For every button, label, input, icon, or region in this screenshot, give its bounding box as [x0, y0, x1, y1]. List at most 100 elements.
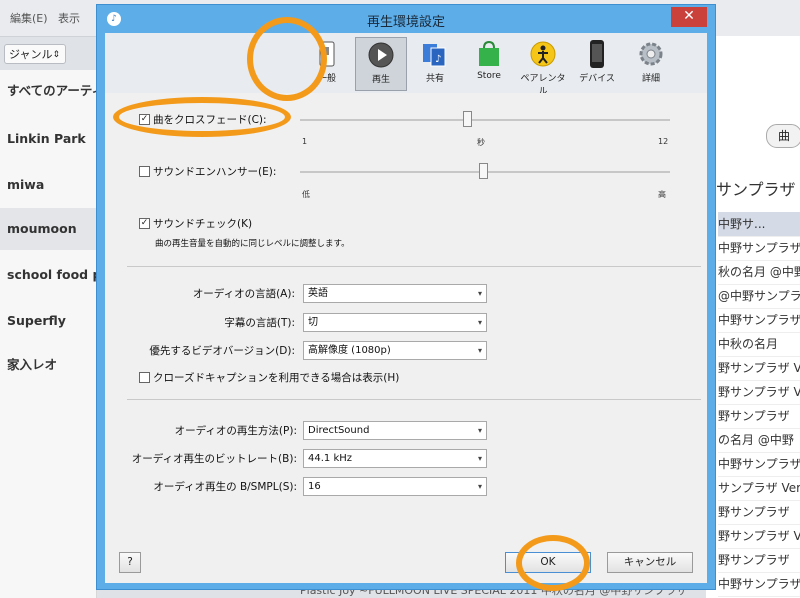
bits-per-sample-value: 16 [308, 481, 321, 492]
crossfade-checkbox[interactable]: ✓ [139, 114, 150, 125]
crossfade-max-label: 12 [658, 137, 669, 146]
tab-advanced-label: 詳細 [641, 74, 660, 84]
tab-playback[interactable]: 再生 [355, 37, 407, 91]
close-button[interactable]: ✕ [671, 7, 707, 27]
song-row[interactable]: @中野サンプラ [718, 284, 800, 309]
artist-item[interactable]: miwa [0, 164, 96, 206]
artist-item[interactable]: Superfly [0, 300, 96, 342]
subtitle-language-value: 切 [308, 317, 318, 328]
tab-devices-label: デバイス [579, 74, 615, 84]
artist-item[interactable]: Linkin Park [0, 118, 96, 160]
crossfade-slider-thumb[interactable] [463, 111, 472, 127]
tab-store[interactable]: Store [463, 37, 515, 91]
gear-icon [636, 39, 666, 69]
genre-select[interactable]: ジャンル ⇕ [4, 44, 66, 64]
tab-parental[interactable]: ペアレンタル [517, 37, 569, 97]
closed-caption-label: クローズドキャプションを利用できる場合は表示(H) [153, 372, 400, 384]
cancel-button[interactable]: キャンセル [607, 552, 693, 573]
sound-enhancer-slider-thumb[interactable] [479, 163, 488, 179]
tab-devices[interactable]: デバイス [571, 37, 623, 91]
preferences-toolbar: 一般 再生 ♪ 共有 Store ペアレンタル デバイス 詳細 [105, 33, 707, 97]
sharing-icon: ♪ [420, 39, 450, 69]
sound-enhancer-label: サウンドエンハンサー(E): [153, 166, 277, 178]
sound-enhancer-checkbox[interactable] [139, 166, 150, 177]
song-row[interactable]: 中秋の名月 [718, 332, 800, 357]
chevron-down-icon: ▾ [477, 482, 482, 491]
song-row[interactable]: の名月 @中野 [718, 428, 800, 453]
playback-settings-panel: ✓ 曲をクロスフェード(C): 1 秒 12 サウンドエンハンサー(E): 低 … [105, 93, 707, 583]
enhancer-low-label: 低 [302, 190, 310, 199]
tab-playback-label: 再生 [371, 75, 390, 85]
subtitle-language-select[interactable]: 切 ▾ [303, 313, 487, 332]
tab-general-label: 一般 [317, 74, 336, 84]
song-row[interactable]: 野サンプラザ Ver. [718, 524, 800, 549]
subtitle-language-label: 字幕の言語(T): [224, 317, 295, 329]
song-row[interactable]: サンプラザ Ver. [718, 476, 800, 501]
crossfade-min-label: 1 [302, 137, 308, 146]
tab-sharing[interactable]: ♪ 共有 [409, 37, 461, 91]
album-header: サンプラザ [716, 180, 796, 199]
song-row[interactable]: 野サンプラザ [718, 548, 800, 573]
chevron-down-icon: ▾ [477, 289, 482, 298]
crossfade-slider-track[interactable] [300, 119, 670, 121]
song-row[interactable]: 野サンプラザ [718, 500, 800, 525]
tab-advanced[interactable]: 詳細 [625, 37, 677, 91]
parental-icon [528, 39, 558, 69]
video-version-select[interactable]: 高解像度 (1080p) ▾ [303, 341, 487, 360]
song-row[interactable]: 野サンプラザ Ver. [718, 356, 800, 381]
svg-text:♪: ♪ [435, 54, 441, 65]
sound-check-description: 曲の再生音量を自動的に同じレベルに調整します。 [155, 239, 350, 249]
bitrate-select[interactable]: 44.1 kHz ▾ [303, 449, 487, 468]
section-divider [127, 266, 701, 267]
song-row[interactable]: 中野サンプラザ [718, 572, 800, 597]
menu-edit[interactable]: 編集(E) [10, 10, 48, 26]
crossfade-unit-label: 秒 [477, 138, 485, 147]
bitrate-value: 44.1 kHz [308, 453, 353, 464]
artist-item[interactable]: school food punishment [0, 254, 96, 296]
playback-method-value: DirectSound [308, 425, 370, 436]
chevron-down-icon: ▾ [477, 426, 482, 435]
song-row[interactable]: 野サンプラザ [718, 404, 800, 429]
chevron-down-icon: ▾ [477, 318, 482, 327]
select-arrow-icon: ⇕ [52, 50, 60, 60]
artist-sidebar: すべてのアーティスト Linkin Park miwa moumoon scho… [0, 70, 97, 598]
play-icon [366, 40, 396, 70]
crossfade-label: 曲をクロスフェード(C): [153, 114, 267, 126]
song-row[interactable]: 野サンプラザ Ver. [718, 380, 800, 405]
bitrate-label: オーディオ再生のビットレート(B): [131, 453, 297, 465]
enhancer-high-label: 高 [658, 190, 666, 199]
chevron-down-icon: ▾ [477, 454, 482, 463]
genre-select-value: ジャンル [9, 48, 53, 61]
store-bag-icon [474, 39, 504, 69]
sound-check-label: サウンドチェック(K) [153, 218, 253, 230]
song-list-panel: 曲 サンプラザ 中野サ... 中野サンプラザ 秋の名月 @中野 @中野サンプラ 中野サン… [706, 36, 800, 598]
general-icon [312, 39, 342, 69]
video-version-value: 高解像度 (1080p) [308, 345, 391, 356]
ok-button[interactable]: OK [505, 552, 591, 573]
artist-item[interactable]: 家入レオ [0, 344, 96, 386]
help-button[interactable]: ? [119, 552, 141, 573]
bits-per-sample-select[interactable]: 16 ▾ [303, 477, 487, 496]
dialog-title: 再生環境設定 [366, 15, 445, 30]
section-divider [127, 399, 701, 400]
closed-caption-checkbox[interactable] [139, 372, 150, 383]
song-row[interactable]: 中野サ... [718, 212, 800, 237]
audio-language-value: 英語 [308, 288, 328, 299]
song-row[interactable]: 秋の名月 @中野 [718, 260, 800, 285]
dialog-titlebar: ♪ 再生環境設定 ✕ [97, 5, 715, 33]
songs-view-button[interactable]: 曲 [766, 124, 800, 148]
artist-item[interactable]: すべてのアーティスト [0, 70, 96, 112]
audio-language-select[interactable]: 英語 ▾ [303, 284, 487, 303]
sound-check-checkbox[interactable]: ✓ [139, 218, 150, 229]
menu-view[interactable]: 表示 [58, 10, 80, 26]
bits-per-sample-label: オーディオ再生の B/SMPL(S): [153, 481, 297, 493]
tab-sharing-label: 共有 [425, 74, 444, 84]
playback-preferences-dialog: ♪ 再生環境設定 ✕ 一般 再生 ♪ 共有 Store ペアレンタル デバイス … [96, 4, 716, 591]
tab-store-label: Store [477, 71, 501, 81]
song-row[interactable]: 中野サンプラザ [718, 236, 800, 261]
artist-item[interactable]: moumoon [0, 208, 96, 250]
playback-method-select[interactable]: DirectSound ▾ [303, 421, 487, 440]
song-row[interactable]: 中野サンプラザ [718, 308, 800, 333]
tab-general[interactable]: 一般 [301, 37, 353, 91]
song-row[interactable]: 中野サンプラザ [718, 452, 800, 477]
